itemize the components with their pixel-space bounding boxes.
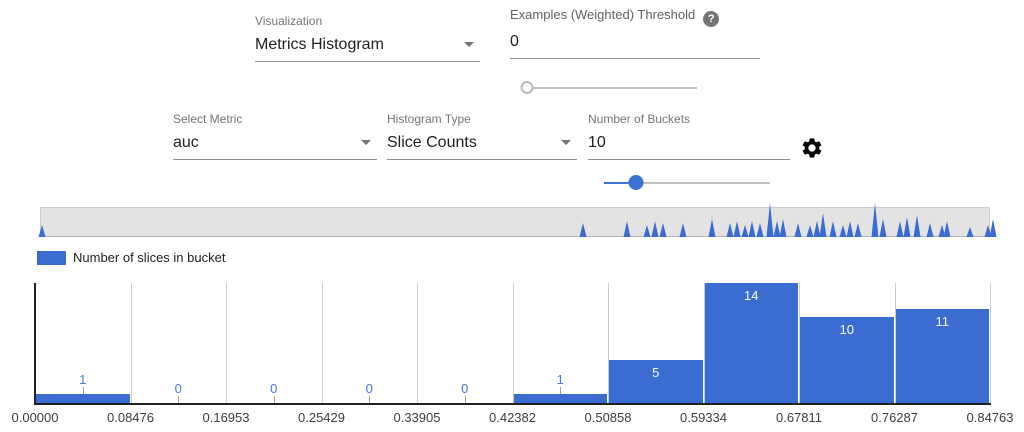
metrics-histogram-chart: 10000151410110.000000.084760.169530.2542…	[0, 0, 1024, 432]
bar-value-label: 1	[63, 372, 103, 387]
x-axis-tick-label: 0.00000	[3, 410, 67, 425]
x-axis-tick-label: 0.08476	[99, 410, 163, 425]
y-axis-line	[34, 283, 36, 403]
bar-label-leader-line	[560, 387, 561, 394]
bar-label-leader-line	[83, 387, 84, 394]
bar-value-label: 0	[349, 381, 389, 396]
chart-gridline	[322, 283, 323, 403]
bar-value-label: 5	[626, 365, 686, 380]
x-axis-line	[34, 403, 991, 405]
x-axis-tick-label: 0.59334	[672, 410, 736, 425]
chart-gridline	[990, 283, 991, 403]
histogram-bar[interactable]	[514, 394, 608, 403]
chart-gridline	[226, 283, 227, 403]
bar-label-leader-line	[178, 396, 179, 403]
bar-value-label: 0	[254, 381, 294, 396]
x-axis-tick-label: 0.33905	[385, 410, 449, 425]
x-axis-tick-label: 0.76287	[863, 410, 927, 425]
chart-gridline	[417, 283, 418, 403]
chart-gridline	[513, 283, 514, 403]
x-axis-tick-label: 0.16953	[194, 410, 258, 425]
bar-value-label: 1	[540, 372, 580, 387]
chart-gridline	[131, 283, 132, 403]
x-axis-tick-label: 0.67811	[767, 410, 831, 425]
x-axis-tick-label: 0.84763	[958, 410, 1022, 425]
bar-value-label: 0	[158, 381, 198, 396]
x-axis-tick-label: 0.42382	[481, 410, 545, 425]
bar-label-leader-line	[465, 396, 466, 403]
x-axis-tick-label: 0.25429	[290, 410, 354, 425]
x-axis-tick-label: 0.50858	[576, 410, 640, 425]
bar-value-label: 14	[721, 288, 781, 303]
bar-label-leader-line	[274, 396, 275, 403]
bar-value-label: 11	[912, 314, 972, 329]
bar-value-label: 10	[817, 322, 877, 337]
bar-value-label: 0	[445, 381, 485, 396]
bar-label-leader-line	[369, 396, 370, 403]
histogram-bar[interactable]	[36, 394, 130, 403]
